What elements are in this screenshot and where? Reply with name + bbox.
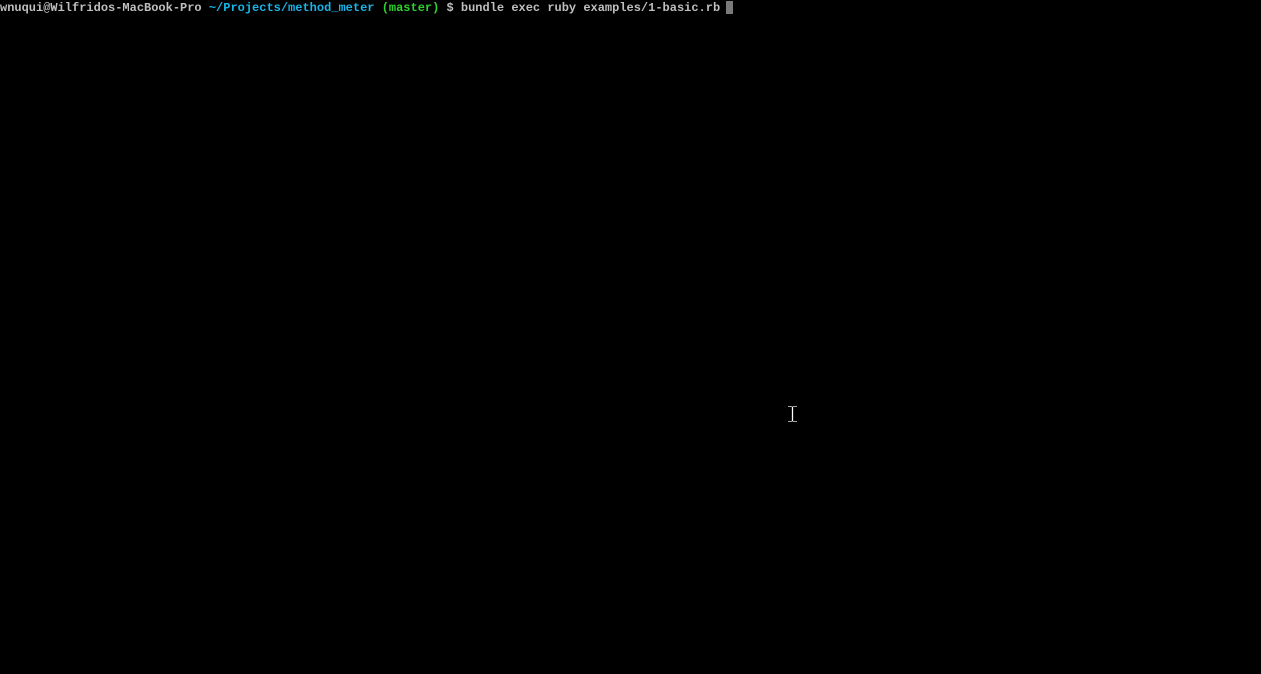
prompt-symbol: $ <box>447 1 454 15</box>
user-host: wnuqui@Wilfridos-MacBook-Pro <box>0 1 202 15</box>
prompt-line[interactable]: wnuqui@Wilfridos-MacBook-Pro ~/Projects/… <box>0 1 1261 15</box>
spacer <box>439 1 446 15</box>
git-branch: (master) <box>382 1 440 15</box>
spacer <box>454 1 461 15</box>
current-path: ~/Projects/method_meter <box>209 1 375 15</box>
spacer <box>202 1 209 15</box>
terminal-window[interactable]: wnuqui@Wilfridos-MacBook-Pro ~/Projects/… <box>0 0 1261 674</box>
command-text: bundle exec ruby examples/1-basic.rb <box>461 1 720 15</box>
spacer <box>374 1 381 15</box>
block-cursor-icon <box>726 1 733 14</box>
